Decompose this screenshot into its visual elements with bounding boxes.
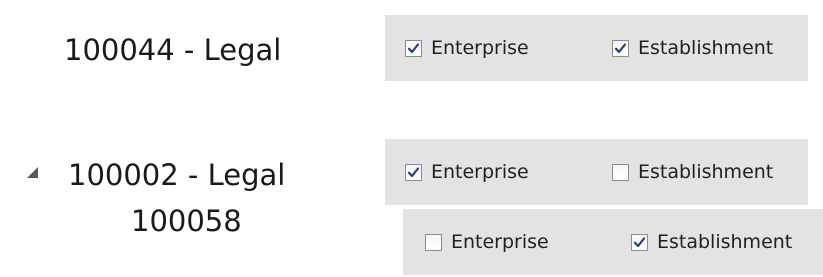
checkbox-box	[612, 39, 629, 57]
establishment-checkbox[interactable]: Establishment	[631, 209, 792, 275]
enterprise-checkbox[interactable]: Enterprise	[405, 15, 529, 81]
checkmark-icon	[407, 42, 420, 53]
establishment-label: Establishment	[638, 161, 774, 183]
tree-node-label[interactable]: 100044 - Legal	[64, 33, 281, 67]
enterprise-label: Enterprise	[431, 161, 529, 183]
checkbox-box	[405, 163, 422, 181]
checkmark-icon	[407, 166, 420, 177]
enterprise-label: Enterprise	[451, 231, 549, 253]
scope-options-panel: Enterprise Establishment	[385, 15, 808, 81]
checkmark-icon	[614, 42, 627, 53]
establishment-checkbox[interactable]: Establishment	[612, 15, 773, 81]
tree-node-label[interactable]: 100058	[131, 204, 242, 238]
enterprise-checkbox[interactable]: Enterprise	[425, 209, 549, 275]
establishment-label: Establishment	[638, 37, 774, 59]
checkbox-box	[425, 233, 442, 251]
checkbox-box	[631, 233, 648, 251]
enterprise-label: Enterprise	[431, 37, 529, 59]
enterprise-checkbox[interactable]: Enterprise	[405, 139, 529, 205]
collapse-triangle-icon[interactable]	[27, 167, 38, 178]
scope-options-panel: Enterprise Establishment	[403, 209, 823, 275]
establishment-checkbox[interactable]: Establishment	[612, 139, 773, 205]
checkbox-box	[405, 39, 422, 57]
checkmark-icon	[633, 236, 646, 247]
tree-node-label[interactable]: 100002 - Legal	[68, 158, 285, 192]
checkbox-box	[612, 163, 629, 181]
establishment-label: Establishment	[657, 231, 793, 253]
scope-options-panel: Enterprise Establishment	[385, 139, 808, 205]
